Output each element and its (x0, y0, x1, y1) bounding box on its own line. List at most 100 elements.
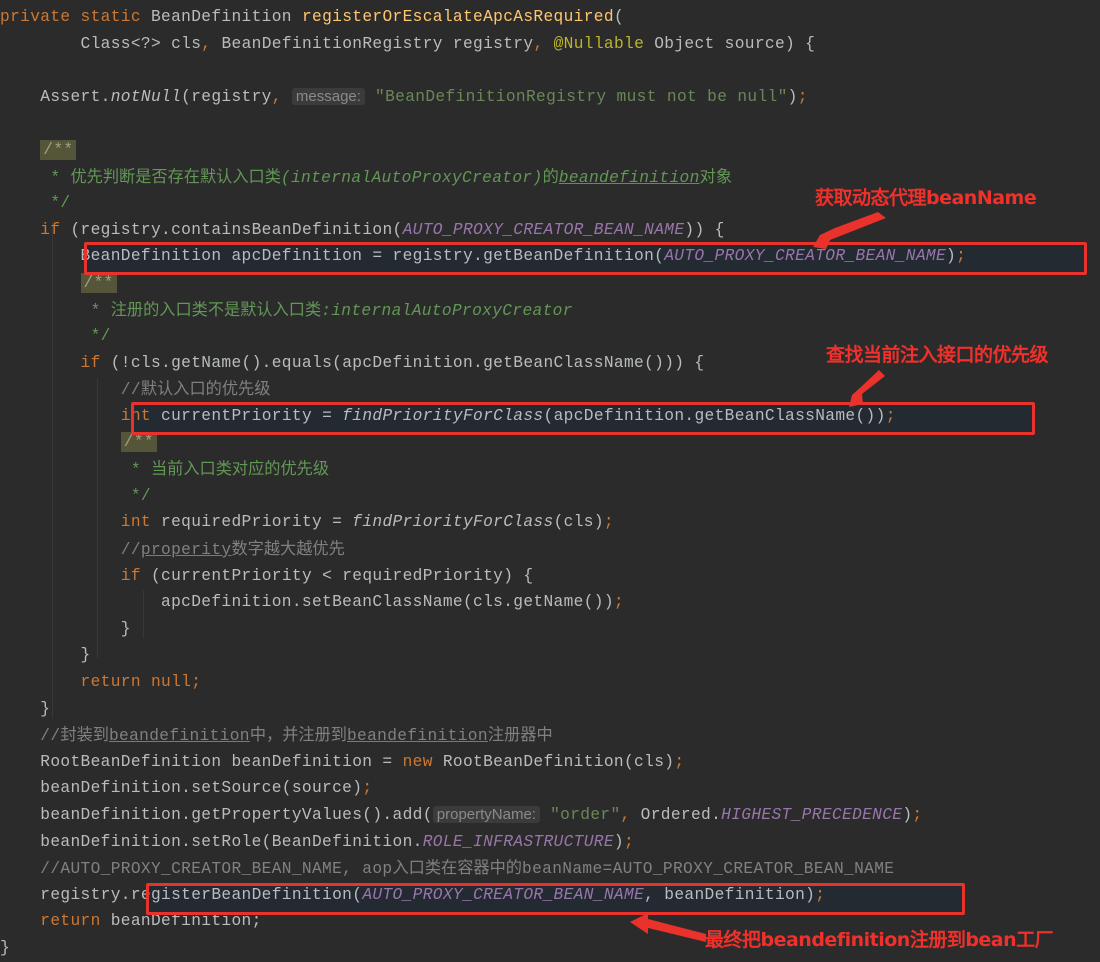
highlight-box-get-bean-definition (84, 242, 1087, 275)
doc-comment-fold[interactable]: /** (80, 272, 117, 293)
code-line[interactable]: beanDefinition.setSource(source); (0, 775, 372, 802)
code-token: } (0, 646, 91, 665)
code-line[interactable]: private static BeanDefinition registerOr… (0, 4, 624, 31)
code-line[interactable]: } (0, 696, 50, 723)
code-token: ; (362, 779, 373, 798)
code-line[interactable]: */ (0, 483, 151, 510)
code-token: 优先判断是否存在默认入口类 (70, 166, 281, 186)
code-token: , (620, 806, 641, 824)
code-token: 数字越大越优先 (231, 539, 345, 558)
code-line[interactable]: Class<?> cls, BeanDefinitionRegistry reg… (0, 31, 815, 58)
code-token: */ (0, 194, 71, 213)
code-line[interactable]: Assert.notNull(registry, message: "BeanD… (0, 84, 808, 111)
code-line[interactable]: if (currentPriority < requiredPriority) … (0, 563, 533, 590)
code-line[interactable]: RootBeanDefinition beanDefinition = new … (0, 749, 684, 776)
code-line[interactable]: if (registry.containsBeanDefinition(AUTO… (0, 217, 725, 244)
code-token: RootBeanDefinition beanDefinition = (0, 752, 403, 771)
code-token: if (40, 220, 71, 239)
code-token: beanDefinition.setRole(BeanDefinition. (0, 832, 423, 851)
code-token: (currentPriority < requiredPriority) { (150, 566, 534, 585)
code-token: Class<?> cls (0, 34, 202, 53)
code-token: ; (624, 832, 635, 851)
code-token: if (80, 353, 111, 372)
callout-register-to-factory: 最终把beandefinition注册到bean工厂 (705, 929, 1054, 951)
parameter-hint: message: (291, 87, 365, 105)
code-line[interactable]: } (0, 935, 10, 962)
code-token: , (533, 34, 554, 53)
highlight-box-register-bean-definition (146, 883, 965, 915)
code-line[interactable]: } (0, 616, 131, 643)
code-token: 的 (542, 166, 559, 186)
code-token: @Nullable (553, 34, 645, 53)
code-token: ) (613, 832, 624, 851)
code-token: beandefinition (558, 168, 700, 187)
code-token: beandefinition (346, 727, 488, 746)
code-token: 当前入口类对应的优先级 (150, 459, 330, 479)
code-line[interactable]: //默认入口的优先级 (0, 376, 271, 403)
code-token: AUTO_PROXY_CREATOR_BEAN_NAME (402, 220, 685, 239)
code-line[interactable]: */ (0, 323, 111, 350)
code-token: RootBeanDefinition(cls) (442, 752, 675, 771)
code-token: findPriorityForClass (352, 513, 554, 532)
doc-comment-fold[interactable]: /** (120, 432, 157, 453)
code-token: "BeanDefinitionRegistry must not be null… (375, 87, 788, 106)
code-token: return null; (80, 673, 202, 691)
code-line[interactable]: int requiredPriority = findPriorityForCl… (0, 509, 614, 536)
code-token: "order" (550, 806, 621, 824)
code-token: :internalAutoProxyCreator (321, 301, 573, 320)
code-token: //AUTO_PROXY_CREATOR_BEAN_NAME, aop (0, 860, 393, 879)
code-line[interactable]: * 当前入口类对应的优先级 (0, 456, 329, 483)
code-token: registerOrEscalateApcAsRequired (301, 8, 614, 26)
code-token: */ (0, 486, 151, 505)
code-token: 对象 (699, 166, 733, 186)
code-token: } (0, 939, 11, 957)
code-token: 默认入口的优先级 (140, 379, 271, 399)
code-token: // (0, 727, 61, 746)
code-token: ; (603, 513, 614, 532)
callout-get-proxy-beanname: 获取动态代理beanName (815, 187, 1037, 209)
code-token: apcDefinition.setBeanClassName(cls.getNa… (0, 593, 614, 612)
code-token: beanDefinition.setSource(source) (0, 779, 363, 798)
doc-comment-fold[interactable]: /** (40, 139, 77, 160)
code-line[interactable]: return null; (0, 669, 201, 696)
code-line[interactable]: //AUTO_PROXY_CREATOR_BEAN_NAME, aop入口类在容… (0, 855, 894, 882)
code-token: return (40, 912, 111, 931)
code-token: Object source) { (644, 34, 816, 53)
code-line[interactable]: * 优先判断是否存在默认入口类(internalAutoProxyCreator… (0, 164, 732, 191)
code-token: 中，并注册到 (249, 725, 347, 745)
code-line[interactable]: //properity数字越大越优先 (0, 536, 345, 563)
code-token: (cls) (553, 513, 604, 532)
code-token: HIGHEST_PRECEDENCE (721, 806, 903, 824)
code-line[interactable]: beanDefinition.getPropertyValues().add(p… (0, 802, 922, 829)
code-line[interactable]: */ (0, 190, 70, 217)
code-line[interactable]: /** (0, 137, 77, 164)
code-token: ) (902, 806, 913, 824)
code-token: * (0, 168, 71, 187)
code-token: (registry.containsBeanDefinition( (70, 220, 403, 239)
code-editor[interactable]: private static BeanDefinition registerOr… (0, 0, 1100, 962)
code-token: , (271, 87, 292, 106)
code-line[interactable]: apcDefinition.setBeanClassName(cls.getNa… (0, 589, 624, 616)
code-token: Assert. (0, 87, 111, 106)
code-token: BeanDefinition (150, 8, 302, 26)
code-line[interactable]: * 注册的入口类不是默认入口类:internalAutoProxyCreator (0, 297, 573, 324)
code-line[interactable]: } (0, 642, 91, 669)
code-line[interactable]: //封装到beandefinition中，并注册到beandefinition注… (0, 722, 552, 749)
code-token: } (0, 699, 51, 718)
code-line[interactable]: beanDefinition.setRole(BeanDefinition.RO… (0, 829, 634, 856)
code-token: (!cls.getName().equals(apcDefinition.get… (110, 353, 705, 372)
code-line[interactable]: if (!cls.getName().equals(apcDefinition.… (0, 350, 705, 377)
code-token: beanDefinition.getPropertyValues().add( (0, 806, 433, 824)
code-token: 封装到 (60, 725, 109, 745)
code-token: * (0, 461, 151, 480)
code-token: )) { (684, 220, 725, 239)
code-token: new (402, 752, 443, 771)
